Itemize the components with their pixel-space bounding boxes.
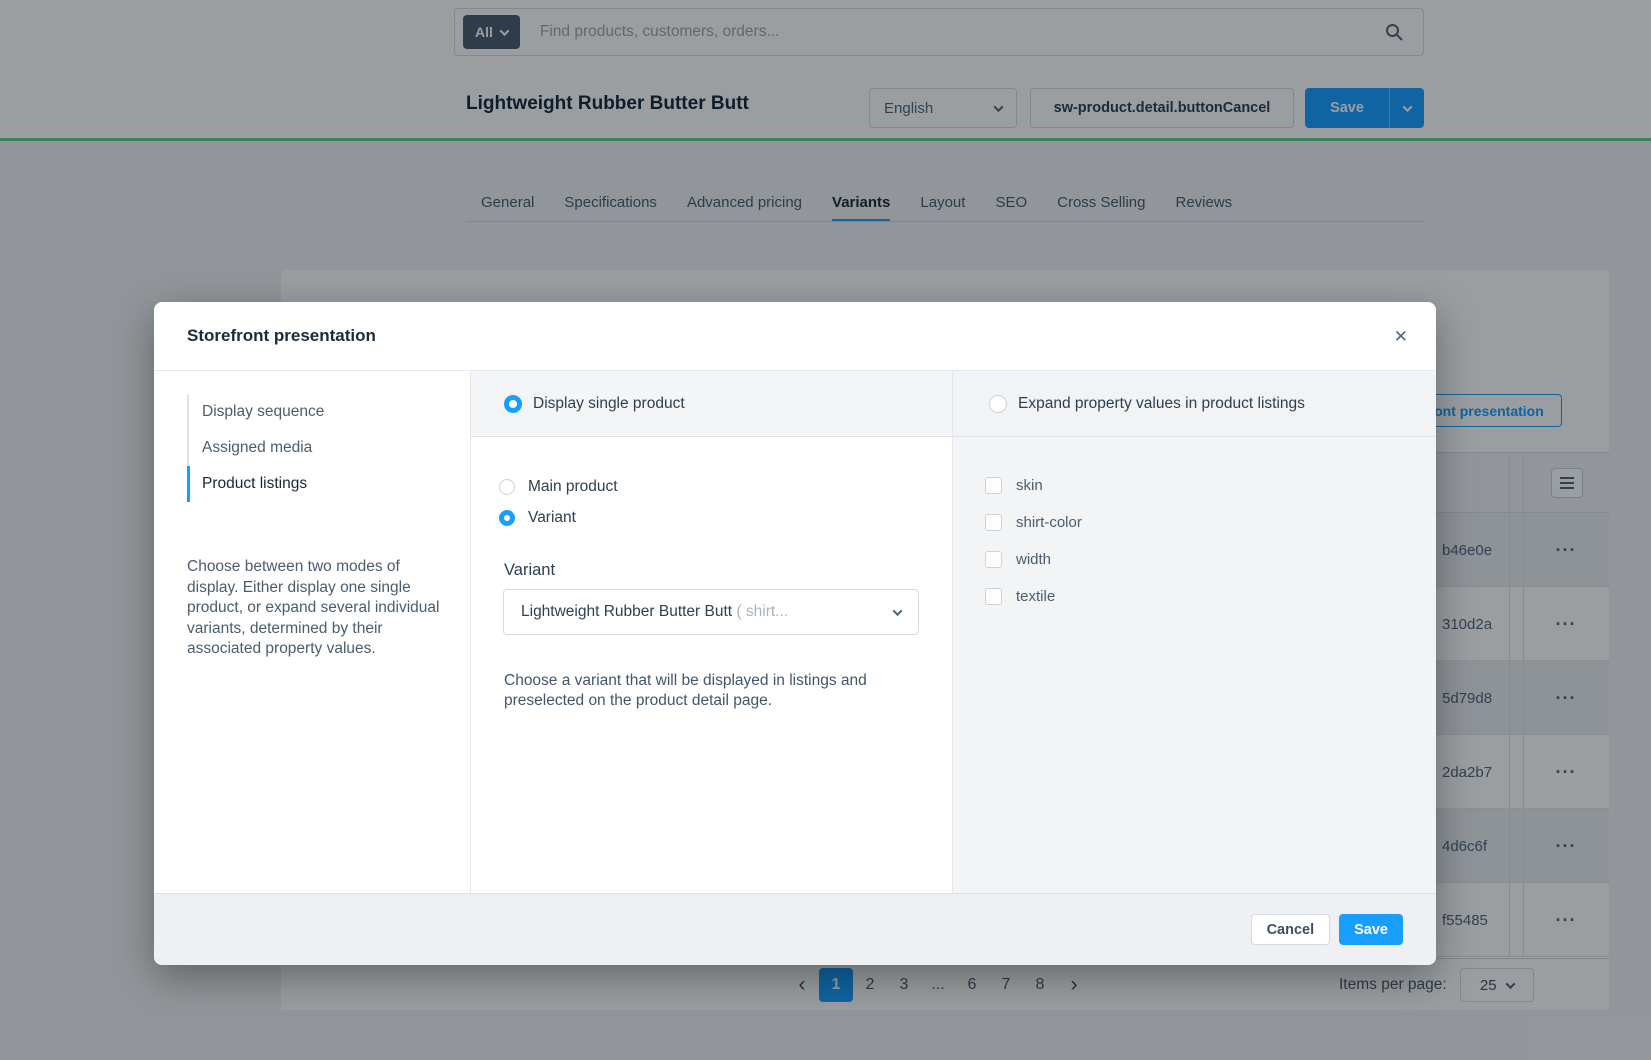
variant-help-text: Choose a variant that will be displayed … (504, 671, 919, 711)
property-option-skin[interactable]: skin (985, 467, 1436, 504)
modal-footer: Cancel Save (154, 893, 1436, 965)
variant-field-label: Variant (504, 561, 919, 580)
mode-description: Choose between two modes of display. Eit… (187, 557, 442, 660)
property-label: skin (1016, 477, 1043, 494)
property-option-textile[interactable]: textile (985, 578, 1436, 615)
property-label: textile (1016, 588, 1055, 605)
checkbox-unchecked-icon[interactable] (985, 551, 1002, 568)
variant-select[interactable]: Lightweight Rubber Butter Butt ( shirt..… (503, 589, 919, 635)
checkbox-unchecked-icon[interactable] (985, 514, 1002, 531)
modal-body: Display sequence Assigned media Product … (154, 371, 1436, 893)
variant-option-label: Variant (528, 509, 576, 527)
property-option-width[interactable]: width (985, 541, 1436, 578)
variant-select-value-suffix: ( shirt... (736, 603, 788, 620)
main-product-option[interactable]: Main product (499, 478, 919, 496)
radio-unselected-icon[interactable] (989, 395, 1007, 413)
radio-selected-icon[interactable] (504, 395, 522, 413)
nav-item-display-sequence[interactable]: Display sequence (187, 394, 470, 430)
nav-item-product-listings[interactable]: Product listings (187, 466, 470, 502)
property-list: skin shirt-color width textile (953, 437, 1436, 615)
modal-sidebar: Display sequence Assigned media Product … (154, 371, 471, 893)
expand-mode-option[interactable]: Expand property values in product listin… (953, 371, 1436, 437)
checkbox-unchecked-icon[interactable] (985, 477, 1002, 494)
property-label: width (1016, 551, 1051, 568)
single-product-column: Display single product Main product Vari… (471, 371, 953, 893)
variant-select-value: Lightweight Rubber Butter Butt (521, 603, 732, 620)
variant-option[interactable]: Variant (499, 509, 919, 527)
modal-title: Storefront presentation (187, 326, 376, 346)
modal-header: Storefront presentation ✕ (154, 302, 1436, 371)
radio-selected-icon[interactable] (499, 510, 515, 526)
single-product-mode-option[interactable]: Display single product (471, 371, 952, 437)
modal-cancel-button[interactable]: Cancel (1251, 914, 1331, 945)
property-option-shirt-color[interactable]: shirt-color (985, 504, 1436, 541)
expand-mode-label: Expand property values in product listin… (1018, 395, 1305, 413)
radio-unselected-icon[interactable] (499, 479, 515, 495)
nav-item-assigned-media[interactable]: Assigned media (187, 430, 470, 466)
checkbox-unchecked-icon[interactable] (985, 588, 1002, 605)
main-product-label: Main product (528, 478, 618, 496)
single-product-mode-label: Display single product (533, 395, 685, 413)
chevron-down-icon (893, 606, 903, 616)
single-product-settings: Main product Variant Variant Lightweight… (471, 437, 952, 711)
modal-save-button[interactable]: Save (1339, 914, 1403, 945)
expand-properties-column: Expand property values in product listin… (953, 371, 1436, 893)
close-icon[interactable]: ✕ (1394, 302, 1408, 371)
property-label: shirt-color (1016, 514, 1082, 531)
modal-nav: Display sequence Assigned media Product … (187, 394, 470, 502)
storefront-presentation-modal: Storefront presentation ✕ Display sequen… (154, 302, 1436, 965)
